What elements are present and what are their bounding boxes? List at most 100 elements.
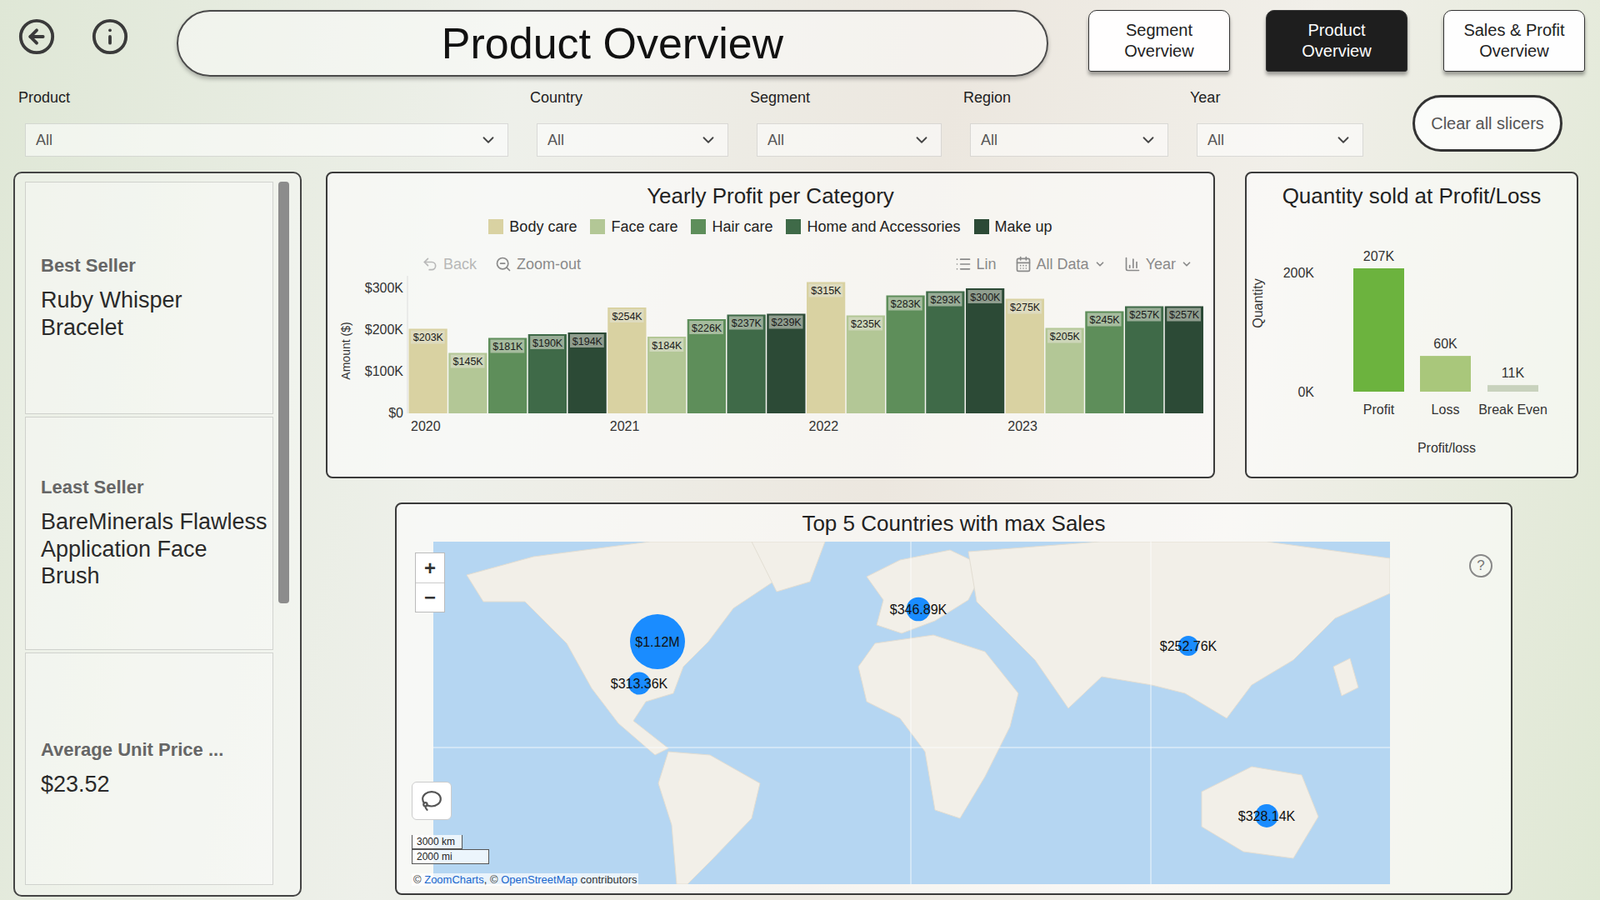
info-icon[interactable] [90, 17, 130, 56]
nav-button[interactable]: Product Overview [1265, 10, 1408, 72]
legend-swatch [974, 219, 990, 235]
toolbar-button[interactable]: Year [1124, 255, 1193, 274]
bar[interactable]: $184K [647, 336, 686, 414]
toolbar-group: Lin All Data Year [955, 255, 1193, 274]
bar[interactable]: $237K [727, 315, 766, 415]
bar[interactable]: $315K [806, 282, 845, 415]
bar[interactable]: $239K [766, 314, 805, 415]
title-pill: Product Overview [176, 10, 1049, 77]
bar[interactable]: $275K [1005, 299, 1045, 415]
svg-text:207K: 207K [1363, 249, 1395, 264]
sales-bubble[interactable]: $252.76K [1160, 635, 1218, 656]
legend-item[interactable]: Face care [590, 217, 678, 236]
slicer: SegmentAll [756, 88, 942, 157]
slicer-dropdown[interactable]: All [1196, 123, 1364, 157]
bar[interactable]: $283K [886, 295, 925, 415]
quantity-chart-panel: Quantity sold at Profit/LossQuantity200K… [1245, 171, 1579, 479]
slicer-dropdown[interactable]: All [25, 123, 509, 157]
toolbar-button[interactable]: All Data [1015, 255, 1106, 274]
kpi-label: Best Seller [40, 255, 268, 277]
bar[interactable]: $293K [925, 291, 965, 415]
legend-item[interactable]: Hair care [690, 217, 773, 236]
scrollbar-thumb[interactable] [278, 181, 290, 604]
svg-text:$226K: $226K [691, 322, 723, 335]
slicer-label: Region [963, 88, 1169, 107]
toolbar-icon [1015, 255, 1032, 273]
svg-text:Loss: Loss [1431, 402, 1460, 417]
sales-bubble[interactable]: $328.14K [1238, 804, 1296, 828]
bar[interactable]: $203K [409, 329, 448, 415]
bar[interactable]: 207KProfit [1353, 249, 1405, 417]
year-group: $315K $235K$283K $293K$300K 2022 [806, 282, 1005, 435]
map-title: Top 5 Countries with max Sales [396, 504, 1511, 537]
svg-text:$190K: $190K [532, 337, 564, 350]
bar[interactable]: 11KBreak Even [1478, 365, 1548, 417]
bar[interactable]: $226K [687, 319, 726, 414]
bar[interactable]: $257K [1125, 306, 1164, 415]
svg-text:$315K: $315K [810, 285, 842, 297]
kpi-card: Average Unit Price ...$23.52 [25, 652, 274, 885]
sales-bubble[interactable]: $346.89K [890, 597, 948, 622]
bar[interactable]: $235K [846, 315, 885, 415]
continent [968, 541, 1390, 719]
charts-column: Yearly Profit per CategoryBody careFace … [325, 171, 1579, 897]
slicer-label: Year [1190, 88, 1364, 107]
year-label: 2022 [809, 419, 840, 434]
slicer-dropdown[interactable]: All [970, 123, 1169, 157]
bar[interactable]: $190K [528, 334, 567, 414]
svg-text:$293K: $293K [930, 294, 962, 306]
toolbar-button[interactable]: Lin [955, 255, 997, 274]
bar[interactable]: 60K Loss [1420, 336, 1471, 417]
header: Product Overview Segment Overview Product … [0, 0, 1600, 77]
kpi-value: BareMinerals Flawless Application Face B… [40, 508, 268, 590]
map-panel-wrap: Top 5 Countries with max Sales? $1.12M$31… [395, 502, 1579, 895]
bar[interactable]: $254K [607, 307, 646, 414]
kpi-list: Best SellerRuby Whisper BraceletLeast Se… [25, 181, 274, 885]
clear-slicers-button[interactable]: Clear all slicers [1412, 95, 1563, 152]
attribution-link[interactable]: OpenStreetMap [500, 873, 578, 886]
bar[interactable]: $257K [1165, 306, 1204, 415]
slicer-dropdown[interactable]: All [756, 123, 942, 157]
scale-bar: 3000 km [411, 835, 463, 850]
svg-text:$346.89K: $346.89K [890, 602, 948, 617]
nav-button[interactable]: Sales & Profit Overview [1443, 10, 1585, 72]
back-button[interactable] [16, 16, 57, 57]
slicer: CountryAll [536, 88, 729, 157]
charts-row: Yearly Profit per CategoryBody careFace … [325, 171, 1579, 479]
svg-text:$239K: $239K [771, 316, 803, 329]
sales-bubble[interactable]: $1.12M [630, 614, 685, 670]
sales-bubble[interactable]: $313.36K [610, 671, 669, 695]
zoom-in-button[interactable]: + [415, 553, 445, 583]
svg-text:$205K: $205K [1050, 330, 1081, 343]
zoom-out-button[interactable]: − [415, 582, 445, 612]
toolbar-button[interactable]: Zoom-out [495, 255, 581, 274]
nav-button[interactable]: Segment Overview [1088, 10, 1230, 72]
year-label: 2021 [610, 419, 640, 434]
bar[interactable]: $181K [488, 338, 527, 415]
bar[interactable]: $245K [1085, 311, 1124, 415]
map-scale: 3000 km2000 mi [411, 835, 490, 865]
scrollbar[interactable] [278, 181, 290, 885]
info-button[interactable] [90, 16, 130, 57]
svg-text:60K: 60K [1433, 336, 1458, 351]
legend-item[interactable]: Body care [488, 217, 577, 236]
bar[interactable]: $145K [448, 353, 487, 415]
help-badge[interactable]: ? [1469, 554, 1493, 578]
back-arrow-icon[interactable] [17, 17, 56, 56]
world-map[interactable]: $1.12M$313.36K $346.89K $252.76K $328.14K [433, 541, 1390, 885]
bar[interactable]: $205K [1045, 328, 1085, 415]
slicer-label: Country [530, 88, 729, 107]
toolbar-button[interactable]: Back [421, 255, 477, 274]
lasso-button[interactable] [411, 781, 452, 820]
slicer-dropdown[interactable]: All [536, 123, 729, 157]
kpi-panel: Best SellerRuby Whisper BraceletLeast Se… [13, 171, 302, 897]
bar[interactable]: $300K [965, 288, 1005, 414]
bar[interactable]: $194K [568, 332, 607, 414]
legend-item[interactable]: Make up [974, 217, 1053, 236]
slicer-value: All [1207, 131, 1225, 150]
main-area: Best SellerRuby Whisper BraceletLeast Se… [0, 156, 1600, 900]
y-axis-title: Quantity [1250, 278, 1265, 329]
legend-item[interactable]: Home and Accessories [785, 217, 960, 236]
y-axis-title: Amount ($) [339, 321, 353, 380]
attribution-link[interactable]: ZoomCharts [424, 873, 485, 886]
